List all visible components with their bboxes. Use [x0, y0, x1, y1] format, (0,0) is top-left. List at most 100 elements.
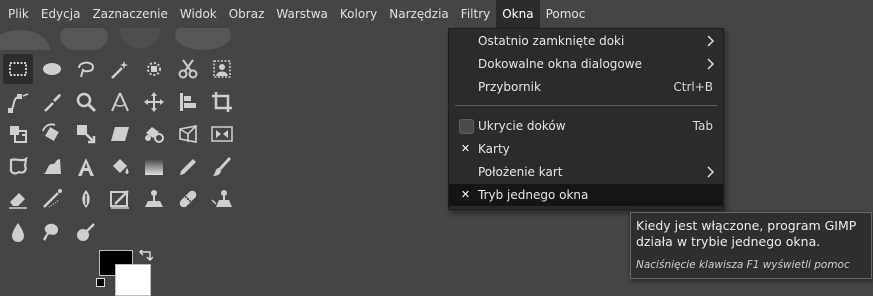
cage-transform-tool[interactable] — [3, 152, 33, 182]
shear-tool[interactable] — [105, 119, 135, 149]
menu-item-label: Dokowalne okna dialogowe — [478, 57, 642, 71]
perspective-clone-icon — [211, 190, 232, 207]
menu-narz-dzia[interactable]: Narzędzia — [383, 0, 455, 28]
move-tool[interactable] — [139, 87, 169, 117]
heal-tool[interactable] — [173, 184, 203, 214]
menu-item-single-window-mode[interactable]: ✕ Tryb jednego okna — [449, 184, 723, 206]
blur-icon — [12, 222, 24, 242]
ellipse-select-icon — [43, 63, 61, 75]
cage-transform-icon — [9, 156, 28, 174]
background-color-swatch[interactable] — [115, 264, 151, 296]
text-tool[interactable] — [71, 152, 101, 182]
flip-horizontal-icon — [211, 126, 233, 142]
check-x-icon: ✕ — [460, 142, 471, 155]
shortcut-label: Tab — [692, 119, 713, 133]
menu-item-tab-position[interactable]: Położenie kart — [449, 161, 723, 183]
menu-separator — [455, 105, 717, 106]
menu-obraz[interactable]: Obraz — [223, 0, 271, 28]
color-picker-tool[interactable] — [37, 87, 67, 117]
menu-item-recently-closed-docks[interactable]: Ostatnio zamknięte doki — [449, 30, 723, 52]
menu-item-toolbox[interactable]: Przybornik Ctrl+B — [449, 76, 723, 98]
eraser-icon — [9, 193, 27, 209]
color-swatches — [96, 248, 166, 296]
scale-tool[interactable] — [71, 119, 101, 149]
ellipse-select-tool[interactable] — [37, 54, 67, 84]
flip-icon — [145, 127, 164, 143]
menu-widok[interactable]: Widok — [174, 0, 223, 28]
rotate-tool[interactable] — [37, 119, 67, 149]
swap-colors-icon[interactable] — [139, 250, 153, 262]
pencil-tool[interactable] — [173, 152, 203, 182]
menu-edycja[interactable]: Edycja — [35, 0, 87, 28]
perspective-tool[interactable] — [173, 119, 203, 149]
rect-select-tool[interactable] — [3, 54, 33, 84]
menu-plik[interactable]: Plik — [0, 0, 35, 28]
warp-transform-tool[interactable] — [37, 152, 67, 182]
perspective-clone-tool[interactable] — [207, 184, 237, 214]
menu-warstwa[interactable]: Warstwa — [270, 0, 334, 28]
tooltip-help-hint: Naciśnięcie klawisza F1 wyświetli pomoc — [636, 259, 850, 271]
rotate-icon — [42, 123, 59, 141]
magnify-icon — [76, 92, 97, 112]
blur-tool[interactable] — [3, 217, 33, 247]
select-by-color-tool[interactable] — [139, 54, 169, 84]
gradient-tool[interactable] — [139, 152, 169, 182]
pencil-icon — [180, 158, 196, 175]
gradient-icon — [145, 158, 163, 175]
align-tool[interactable] — [173, 87, 203, 117]
menu-filtry[interactable]: Filtry — [455, 0, 496, 28]
menu-pomoc[interactable]: Pomoc — [540, 0, 592, 28]
free-select-tool[interactable] — [71, 54, 101, 84]
menu-item-tabs[interactable]: ✕ Karty — [449, 138, 723, 160]
rect-select-icon — [9, 62, 27, 76]
text-icon — [78, 157, 94, 176]
scale-icon — [77, 125, 96, 144]
crop-icon — [212, 91, 232, 112]
select-by-color-icon — [147, 62, 161, 76]
chevron-right-icon — [707, 166, 715, 178]
clone-tool[interactable] — [139, 184, 169, 214]
mypaint-brush-tool[interactable] — [105, 184, 135, 214]
move-icon — [144, 91, 164, 112]
checkbox-unchecked-icon — [459, 119, 474, 134]
scissors-select-tool[interactable] — [173, 54, 203, 84]
unified-transform-tool[interactable] — [3, 119, 33, 149]
menu-kolory[interactable]: Kolory — [334, 0, 383, 28]
okna-menu: Ostatnio zamknięte doki Dokowalne okna d… — [448, 28, 724, 210]
chevron-right-icon — [707, 35, 715, 47]
menu-item-dockable-dialogs[interactable]: Dokowalne okna dialogowe — [449, 53, 723, 75]
clone-icon — [145, 190, 163, 207]
magnify-tool[interactable] — [71, 87, 101, 117]
crop-tool[interactable] — [207, 87, 237, 117]
eraser-tool[interactable] — [3, 184, 33, 214]
menu-item-label: Ostatnio zamknięte doki — [478, 34, 625, 48]
flip-horizontal-tool[interactable] — [207, 119, 237, 149]
unified-transform-icon — [10, 126, 27, 143]
tooltip: Kiedy jest włączone, program GIMP działa… — [630, 212, 872, 279]
paintbrush-tool[interactable] — [207, 152, 237, 182]
flip-tool[interactable] — [139, 119, 169, 149]
menu-item-hide-docks[interactable]: Ukrycie doków Tab — [449, 115, 723, 137]
default-colors-icon[interactable] — [96, 278, 105, 287]
menu-okna[interactable]: Okna — [496, 0, 540, 28]
dodge-burn-tool[interactable] — [71, 217, 101, 247]
ink-tool[interactable] — [71, 184, 101, 214]
measure-tool[interactable] — [105, 87, 135, 117]
wilber-logo — [0, 28, 240, 50]
menu-item-label: Ukrycie doków — [478, 119, 566, 133]
ink-icon — [82, 190, 90, 208]
foreground-select-tool[interactable] — [207, 54, 237, 84]
chevron-right-icon — [707, 58, 715, 70]
warp-transform-icon — [43, 158, 61, 174]
paths-tool[interactable] — [3, 87, 33, 117]
paintbrush-icon — [213, 156, 232, 176]
bucket-fill-tool[interactable] — [105, 152, 135, 182]
airbrush-tool[interactable] — [37, 184, 67, 214]
free-select-icon — [78, 61, 95, 78]
bucket-fill-icon — [113, 158, 129, 174]
smudge-tool[interactable] — [37, 217, 67, 247]
menu-bar: Plik Edycja Zaznaczenie Widok Obraz Warstwa Ko… — [0, 0, 873, 28]
fuzzy-select-tool[interactable] — [105, 54, 135, 84]
menu-item-label: Przybornik — [478, 80, 541, 94]
menu-zaznaczenie[interactable]: Zaznaczenie — [86, 0, 173, 28]
